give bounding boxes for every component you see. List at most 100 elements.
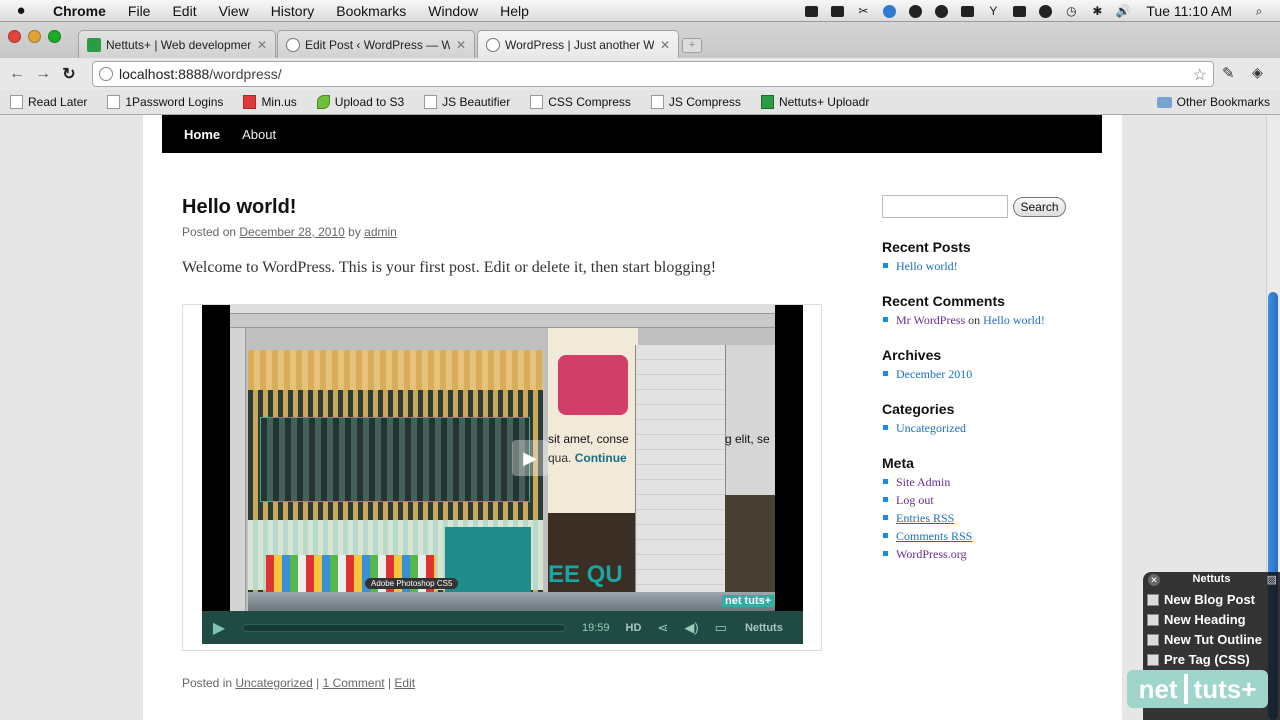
- comment-post-link[interactable]: Hello world!: [983, 313, 1045, 327]
- tab-close-icon[interactable]: ✕: [456, 38, 466, 52]
- menu-window[interactable]: Window: [417, 3, 489, 19]
- spotlight-search-icon[interactable]: ⌕: [1250, 4, 1268, 18]
- fullscreen-icon[interactable]: ▭: [715, 620, 727, 636]
- snippet-new-blog-post[interactable]: New Blog Post: [1147, 592, 1255, 607]
- play-overlay-icon[interactable]: ▶: [512, 440, 548, 476]
- logout-link[interactable]: Log out: [896, 493, 934, 507]
- video-brand-label[interactable]: Nettuts: [745, 622, 783, 634]
- menu-file[interactable]: File: [117, 3, 162, 19]
- logo-separator: [1183, 674, 1188, 704]
- snippet-pre-tag-css[interactable]: Pre Tag (CSS): [1147, 652, 1250, 667]
- soccer-ball-icon[interactable]: [932, 4, 950, 18]
- resize-grip-icon[interactable]: ▨: [1267, 573, 1277, 586]
- menu-edit[interactable]: Edit: [161, 3, 207, 19]
- forward-button[interactable]: →: [30, 65, 56, 83]
- snippet-new-heading[interactable]: New Heading: [1147, 612, 1246, 627]
- apple-menu-icon[interactable]: ●: [0, 2, 42, 19]
- tab-nettuts[interactable]: Nettuts+ | Web development ✕: [78, 30, 276, 58]
- leaf-icon: [316, 95, 330, 109]
- bookmark-star-icon[interactable]: ☆: [1193, 65, 1207, 85]
- alert-icon[interactable]: [1036, 4, 1054, 18]
- hd-toggle-button[interactable]: HD: [626, 622, 642, 634]
- menu-view[interactable]: View: [208, 3, 260, 19]
- comment-author-link[interactable]: Mr WordPress: [896, 313, 965, 327]
- site-admin-link[interactable]: Site Admin: [896, 475, 950, 489]
- bluetooth-icon[interactable]: ✱: [1088, 4, 1106, 18]
- menu-bookmarks[interactable]: Bookmarks: [325, 3, 417, 19]
- url-text[interactable]: localhost:8888/wordpress/: [119, 66, 282, 82]
- menu-help[interactable]: Help: [489, 3, 540, 19]
- menu-app-chrome[interactable]: Chrome: [42, 3, 117, 19]
- video-player[interactable]: sit amet, conse qua. Continue EE QU g el…: [202, 305, 803, 644]
- window-minimize-button[interactable]: [28, 30, 41, 43]
- wordpress-org-link[interactable]: WordPress.org: [896, 547, 966, 561]
- tab-wordpress-active[interactable]: WordPress | Just another Wo ✕: [477, 30, 679, 58]
- dropbox-icon[interactable]: [880, 4, 898, 18]
- other-bookmarks-folder[interactable]: Other Bookmarks: [1156, 95, 1270, 109]
- antenna-icon[interactable]: Y: [984, 4, 1002, 18]
- window-zoom-button[interactable]: [48, 30, 61, 43]
- tab-close-icon[interactable]: ✕: [660, 38, 670, 52]
- nav-about-link[interactable]: About: [242, 127, 276, 142]
- design-header-band: [248, 350, 543, 390]
- video-progress-bar[interactable]: [242, 623, 566, 632]
- bullet-icon: [883, 497, 888, 502]
- reload-button[interactable]: ↻: [56, 64, 82, 84]
- tab-edit-post[interactable]: Edit Post ‹ WordPress — Wor ✕: [277, 30, 475, 58]
- snippet-label: New Heading: [1164, 612, 1246, 627]
- snippet-new-tut-outline[interactable]: New Tut Outline: [1147, 632, 1262, 647]
- window-close-button[interactable]: [8, 30, 21, 43]
- back-button[interactable]: ←: [4, 65, 30, 83]
- address-bar[interactable]: localhost:8888/wordpress/ ☆: [92, 61, 1214, 87]
- share-icon[interactable]: ⋖: [657, 620, 668, 636]
- recent-comments-title: Recent Comments: [882, 293, 1005, 309]
- bookmark-read-later[interactable]: Read Later: [10, 95, 87, 109]
- category-sidebar-link[interactable]: Uncategorized: [896, 421, 966, 435]
- volume-icon[interactable]: 🔊: [1114, 4, 1132, 18]
- bookmark-1password[interactable]: 1Password Logins: [107, 95, 223, 109]
- bookmark-js-compress[interactable]: JS Compress: [650, 95, 741, 109]
- comments-rss-link[interactable]: Comments RSS: [896, 529, 972, 543]
- recent-post-link[interactable]: Hello world!: [896, 259, 958, 273]
- photoshop-side-panel: [725, 345, 775, 495]
- bookmark-js-beautifier[interactable]: JS Beautifier: [424, 95, 510, 109]
- time-machine-icon[interactable]: ◷: [1062, 4, 1080, 18]
- nav-home-link[interactable]: Home: [184, 127, 220, 142]
- mac-menubar: ● Chrome File Edit View History Bookmark…: [0, 0, 1280, 22]
- tab-close-icon[interactable]: ✕: [257, 38, 267, 52]
- search-input[interactable]: [882, 195, 1008, 218]
- post-date-link[interactable]: December 28, 2010: [239, 225, 344, 239]
- menubar-clock[interactable]: Tue 11:10 AM: [1146, 3, 1232, 19]
- photoshop-tools-panel: [230, 328, 246, 611]
- post-title[interactable]: Hello world!: [182, 196, 296, 219]
- document-icon[interactable]: [828, 4, 846, 18]
- gamepad-icon[interactable]: [1010, 4, 1028, 18]
- edit-link[interactable]: Edit: [394, 676, 415, 690]
- camera-icon[interactable]: [802, 4, 820, 18]
- category-link[interactable]: Uncategorized: [235, 676, 312, 690]
- volume-icon[interactable]: ◀): [684, 620, 698, 636]
- bookmark-upload-s3[interactable]: Upload to S3: [316, 95, 404, 109]
- bookmark-minus[interactable]: Min.us: [243, 95, 297, 109]
- video-frame-screenshot: sit amet, conse qua. Continue EE QU g el…: [230, 305, 775, 611]
- comments-link[interactable]: 1 Comment: [323, 676, 385, 690]
- bookmark-nettuts-uploadr[interactable]: Nettuts+ Uploadr: [760, 95, 869, 109]
- wrench-menu-icon[interactable]: ✎: [1222, 64, 1235, 82]
- play-icon[interactable]: ▶: [202, 618, 236, 638]
- new-tab-button[interactable]: +: [682, 38, 702, 53]
- js-beautifier-icon: [424, 95, 438, 109]
- clipboard-icon[interactable]: [958, 4, 976, 18]
- menu-history[interactable]: History: [260, 3, 326, 19]
- search-button[interactable]: Search: [1013, 197, 1066, 217]
- page-icon: [650, 95, 664, 109]
- preview-right-text: g elit, se: [725, 432, 770, 446]
- post-author-link[interactable]: admin: [364, 225, 397, 239]
- archive-link[interactable]: December 2010: [896, 367, 972, 381]
- entries-rss-link[interactable]: Entries RSS: [896, 511, 954, 525]
- extension-icon[interactable]: ◈: [1252, 64, 1263, 81]
- evernote-icon[interactable]: [906, 4, 924, 18]
- comment-on-label: on: [968, 313, 981, 327]
- bookmark-css-compress[interactable]: CSS Compress: [530, 95, 631, 109]
- photoshop-layers-panel: [635, 345, 725, 611]
- scissors-icon[interactable]: ✂: [854, 4, 872, 18]
